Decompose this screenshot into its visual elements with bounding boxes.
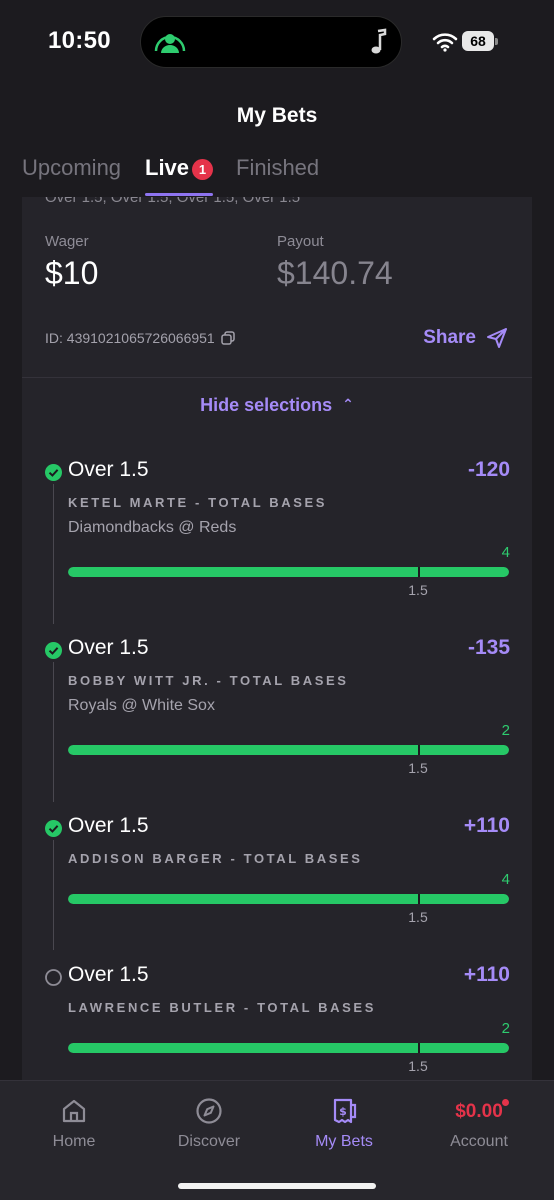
battery-icon: 68 [462, 31, 498, 53]
selection-progress-fill [68, 1043, 509, 1053]
selection-market: ADDISON BARGER - TOTAL BASES [68, 851, 363, 866]
svg-text:$: $ [339, 1105, 347, 1118]
bet-id: ID: 4391021065726066951 [45, 330, 215, 346]
nav-account[interactable]: $0.00 Account [419, 1097, 539, 1151]
selections-summary: Over 1.5, Over 1.5, Over 1.5, Over 1.5 [45, 197, 301, 206]
line-marker [418, 894, 420, 904]
tab-live[interactable]: Live [145, 155, 189, 181]
chevron-up-icon: ⌃ [342, 396, 354, 412]
nav-discover-label: Discover [177, 1133, 241, 1150]
selection-market: LAWRENCE BUTLER - TOTAL BASES [68, 1000, 376, 1015]
tab-finished[interactable]: Finished [236, 155, 319, 181]
nav-home-label: Home [52, 1133, 96, 1150]
selection-line-value: 1.5 [408, 909, 428, 925]
nav-my-bets-label: My Bets [315, 1133, 373, 1150]
nav-my-bets[interactable]: $ My Bets [284, 1097, 404, 1151]
selection-current-value: 4 [501, 871, 510, 888]
selection-title: Over 1.5 [68, 963, 149, 986]
person-icon [154, 34, 186, 53]
selection-line-value: 1.5 [408, 1058, 428, 1074]
bet-ticket-icon: $ [333, 1098, 357, 1124]
nav-account-label: Account [450, 1133, 508, 1150]
selection-item[interactable]: Over 1.5 +110 ADDISON BARGER - TOTAL BAS… [22, 814, 532, 934]
selection-title: Over 1.5 [68, 458, 149, 481]
nav-home[interactable]: Home [14, 1097, 134, 1151]
hide-selections-label: Hide selections [200, 395, 333, 415]
selection-current-value: 4 [501, 544, 510, 561]
home-indicator [178, 1183, 376, 1189]
account-balance: $0.00 [419, 1097, 539, 1125]
bottom-nav: Home Discover $ My Bets $0.00 Account [0, 1080, 554, 1200]
selection-progress-bar [68, 567, 509, 577]
selection-odds: -120 [467, 458, 510, 481]
selection-item[interactable]: Over 1.5 -135 BOBBY WITT JR. - TOTAL BAS… [22, 636, 532, 786]
selection-current-value: 2 [501, 1020, 510, 1037]
divider [22, 377, 532, 378]
wager-value: $10 [45, 255, 99, 291]
selection-current-value: 2 [501, 722, 510, 739]
empty-circle-icon [45, 969, 62, 986]
check-circle-icon [45, 642, 62, 659]
battery-level: 68 [462, 31, 494, 51]
active-tab-indicator [145, 193, 213, 196]
selection-market: KETEL MARTE - TOTAL BASES [68, 495, 328, 510]
share-icon [487, 328, 507, 348]
selection-progress-fill [68, 745, 509, 755]
line-marker [418, 745, 420, 755]
payout-value: $140.74 [277, 255, 393, 291]
compass-icon [196, 1098, 222, 1124]
check-circle-icon [45, 464, 62, 481]
selection-matchup: Diamondbacks @ Reds [68, 519, 237, 536]
share-button[interactable]: Share [423, 327, 508, 349]
selection-progress-bar [68, 745, 509, 755]
live-count-badge: 1 [192, 159, 213, 180]
status-bar: 10:50 68 [0, 0, 554, 90]
bet-card: Over 1.5, Over 1.5, Over 1.5, Over 1.5 W… [22, 197, 532, 1080]
music-note-icon [371, 28, 387, 54]
wager-label: Wager [45, 233, 89, 250]
balance-value: $0.00 [455, 1101, 503, 1122]
line-marker [418, 567, 420, 577]
selection-line-value: 1.5 [408, 582, 428, 598]
home-icon [62, 1099, 86, 1123]
selection-item[interactable]: Over 1.5 +110 LAWRENCE BUTLER - TOTAL BA… [22, 963, 532, 1080]
wifi-icon [432, 33, 458, 52]
share-label: Share [423, 327, 476, 348]
selection-odds: +110 [463, 814, 510, 837]
selection-progress-bar [68, 894, 509, 904]
tab-upcoming[interactable]: Upcoming [22, 155, 121, 181]
selection-line-value: 1.5 [408, 760, 428, 776]
page-title: My Bets [236, 104, 318, 127]
selection-title: Over 1.5 [68, 814, 149, 837]
line-marker [418, 1043, 420, 1053]
selection-item[interactable]: Over 1.5 -120 KETEL MARTE - TOTAL BASES … [22, 458, 532, 608]
selection-odds: -135 [467, 636, 510, 659]
notification-dot [502, 1099, 509, 1106]
hide-selections-button[interactable]: Hide selections ⌃ [22, 395, 532, 416]
bet-id-row: ID: 4391021065726066951 [45, 330, 235, 346]
selection-title: Over 1.5 [68, 636, 149, 659]
selection-progress-fill [68, 894, 509, 904]
selection-odds: +110 [463, 963, 510, 986]
selection-progress-bar [68, 1043, 509, 1053]
copy-icon[interactable] [220, 331, 235, 345]
nav-discover[interactable]: Discover [149, 1097, 269, 1151]
check-circle-icon [45, 820, 62, 837]
status-time: 10:50 [48, 27, 111, 54]
selection-market: BOBBY WITT JR. - TOTAL BASES [68, 673, 349, 688]
selection-matchup: Royals @ White Sox [68, 697, 215, 714]
payout-label: Payout [277, 233, 324, 250]
selection-progress-fill [68, 567, 509, 577]
